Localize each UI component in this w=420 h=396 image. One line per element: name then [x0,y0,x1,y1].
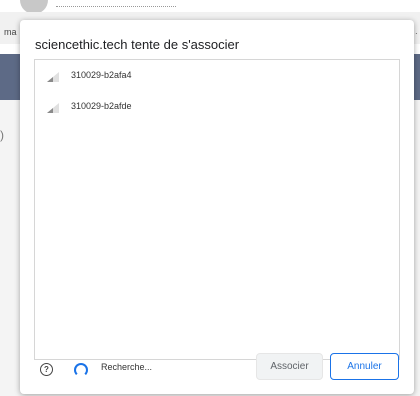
help-icon[interactable]: ? [40,363,53,376]
device-list[interactable]: 310029-b2afa4 310029-b2afde [34,59,400,360]
background-divider [56,2,176,7]
device-name: 310029-b2afa4 [71,70,132,80]
device-name: 310029-b2afde [71,101,132,111]
device-item[interactable]: 310029-b2afde [35,95,399,121]
device-item[interactable]: 310029-b2afa4 [35,64,399,90]
pairing-dialog: sciencethic.tech tente de s'associer 310… [20,20,414,394]
signal-strength-icon [47,72,59,82]
associate-button[interactable]: Associer [256,353,323,380]
cancel-button[interactable]: Annuler [330,353,399,380]
background-left-glyph: ) [0,128,4,142]
background-partial-text: ma [4,27,17,37]
loading-spinner-icon [74,363,88,377]
dialog-title: sciencethic.tech tente de s'associer [35,37,240,52]
status-text: Recherche... [101,362,153,372]
signal-strength-icon [47,103,59,113]
